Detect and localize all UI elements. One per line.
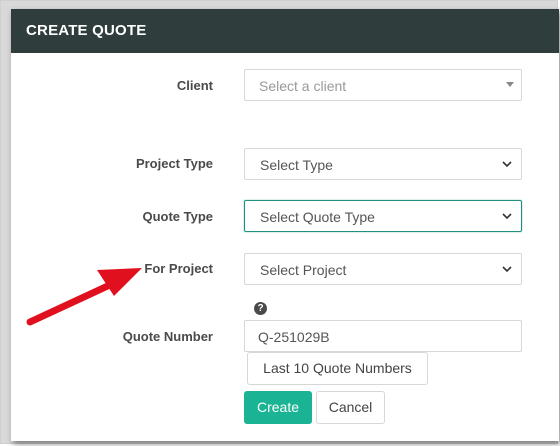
quote-type-select[interactable]: Select Quote Type (244, 200, 522, 232)
project-type-value: Select Type (260, 157, 333, 173)
quote-number-input[interactable]: Q-251029B (244, 320, 522, 352)
project-type-label: Project Type (135, 156, 213, 171)
project-type-select[interactable]: Select Type (244, 148, 522, 180)
client-label: Client (176, 78, 213, 93)
chevron-down-icon (502, 161, 512, 168)
create-button[interactable]: Create (244, 391, 312, 424)
last-10-quote-numbers-button[interactable]: Last 10 Quote Numbers (247, 352, 428, 385)
create-quote-panel: CREATE QUOTE Client Select a client Proj… (11, 9, 559, 441)
client-select-placeholder: Select a client (259, 78, 347, 94)
for-project-value: Select Project (260, 262, 347, 278)
panel-title: CREATE QUOTE (26, 22, 147, 39)
client-select[interactable]: Select a client (244, 69, 522, 101)
chevron-down-icon (502, 266, 512, 273)
panel-header: CREATE QUOTE (11, 9, 559, 53)
quote-type-label: Quote Type (142, 209, 213, 224)
for-project-select[interactable]: Select Project (244, 253, 522, 285)
caret-down-icon (506, 82, 514, 87)
quote-number-label: Quote Number (122, 329, 213, 344)
cancel-button[interactable]: Cancel (316, 391, 385, 424)
for-project-label: For Project (144, 261, 213, 276)
question-circle-icon[interactable]: ? (254, 302, 267, 315)
window-frame: CREATE QUOTE Client Select a client Proj… (0, 0, 559, 444)
quote-type-value: Select Quote Type (260, 209, 375, 225)
quote-number-value: Q-251029B (258, 329, 330, 345)
chevron-down-icon (502, 213, 512, 220)
